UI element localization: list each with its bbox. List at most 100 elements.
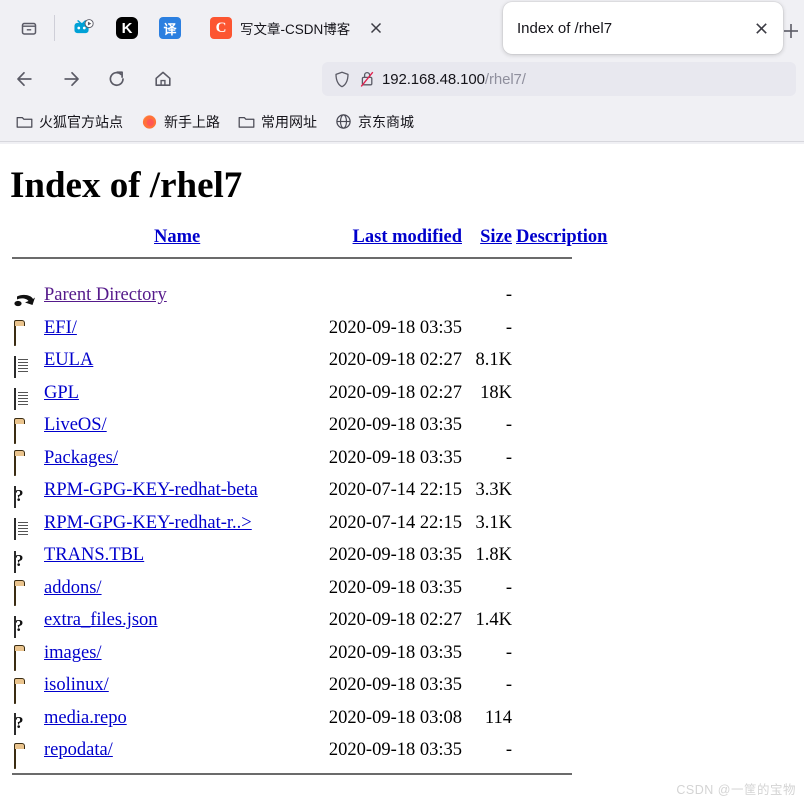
listing-body: Parent Directory - EFI/2020-09-18 03:35 - EU… bbox=[12, 279, 616, 769]
bookmark-label: 京东商城 bbox=[358, 113, 414, 130]
listing-row: EFI/2020-09-18 03:35 - bbox=[12, 312, 616, 347]
url-host: 192.168.48.100 bbox=[382, 70, 485, 88]
file-link[interactable]: GPL bbox=[44, 383, 79, 403]
row-size-cell: 3.3K bbox=[475, 480, 513, 500]
row-name-cell: RPM-GPG-KEY-redhat-beta bbox=[44, 474, 296, 507]
row-icon-cell bbox=[12, 734, 44, 769]
pinned-tab-translate[interactable]: 译 bbox=[151, 9, 189, 47]
list-all-tabs-button[interactable] bbox=[12, 11, 46, 45]
file-link[interactable]: extra_files.json bbox=[44, 610, 158, 630]
address-bar[interactable]: 192.168.48.100/rhel7/ bbox=[322, 62, 796, 96]
tab-index-of-rhel7[interactable]: Index of /rhel7 bbox=[503, 2, 783, 54]
row-size-cell: - bbox=[505, 317, 512, 338]
navigation-toolbar: 192.168.48.100/rhel7/ bbox=[0, 56, 804, 102]
tab-close-button[interactable] bbox=[364, 16, 388, 40]
row-description-cell bbox=[516, 507, 616, 540]
row-date-cell: 2020-09-18 02:27 bbox=[328, 382, 462, 403]
tab-csdn-blog[interactable]: C 写文章-CSDN博客 bbox=[200, 8, 396, 48]
row-size-cell: 114 bbox=[484, 707, 512, 728]
row-name-cell: isolinux/ bbox=[44, 669, 296, 702]
row-description-cell bbox=[516, 409, 616, 442]
row-size-cell: 1.4K bbox=[475, 610, 513, 630]
row-size-cell: - bbox=[505, 642, 512, 663]
row-icon-cell bbox=[12, 409, 44, 444]
row-icon-cell bbox=[12, 507, 44, 541]
row-description-cell bbox=[516, 377, 616, 410]
sort-by-name-link[interactable]: Name bbox=[154, 227, 200, 247]
folder-icon bbox=[14, 577, 34, 607]
row-name-cell: EULA bbox=[44, 344, 296, 377]
row-date-cell: 2020-07-14 22:15 bbox=[328, 512, 462, 533]
bookmark-common-sites[interactable]: 常用网址 bbox=[232, 109, 323, 135]
pinned-tab-bilibili[interactable] bbox=[65, 9, 103, 47]
home-icon bbox=[155, 71, 171, 86]
pinned-tab-kuaishou[interactable]: K bbox=[108, 9, 146, 47]
file-link[interactable]: LiveOS/ bbox=[44, 415, 107, 435]
back-arrow-icon bbox=[17, 71, 32, 87]
reload-button[interactable] bbox=[100, 62, 134, 96]
bookmark-label: 新手上路 bbox=[164, 113, 220, 130]
row-icon-cell bbox=[12, 442, 44, 477]
header-last-modified: Last modified bbox=[296, 227, 468, 254]
row-date-cell: 2020-09-18 02:27 bbox=[328, 610, 462, 630]
header-name: Name bbox=[44, 227, 296, 254]
row-date-cell: 2020-09-18 03:35 bbox=[328, 740, 462, 760]
file-link[interactable]: images/ bbox=[44, 643, 102, 663]
row-name-cell: images/ bbox=[44, 637, 296, 670]
folder-icon bbox=[14, 447, 34, 477]
row-icon-cell bbox=[12, 669, 44, 704]
csdn-icon: C bbox=[210, 17, 232, 39]
file-link[interactable]: media.repo bbox=[44, 708, 127, 728]
sort-by-description-link[interactable]: Description bbox=[516, 227, 607, 247]
tab-close-button[interactable] bbox=[749, 16, 773, 40]
row-description-cell bbox=[516, 442, 616, 475]
file-link[interactable]: repodata/ bbox=[44, 740, 113, 760]
directory-listing-table: Name Last modified Size Description bbox=[12, 227, 616, 254]
row-size-cell: 1.8K bbox=[475, 545, 513, 565]
file-link[interactable]: EFI/ bbox=[44, 318, 77, 338]
bookmark-firefox-official[interactable]: 火狐官方站点 bbox=[10, 109, 129, 135]
row-description-cell bbox=[516, 279, 616, 312]
file-link[interactable]: RPM-GPG-KEY-redhat-beta bbox=[44, 480, 258, 500]
listing-row: LiveOS/2020-09-18 03:35 - bbox=[12, 409, 616, 444]
connection-insecure-lock-icon[interactable] bbox=[354, 70, 380, 88]
bookmark-label: 火狐官方站点 bbox=[39, 113, 123, 130]
row-description-cell bbox=[516, 539, 616, 572]
listing-row: TRANS.TBL 2020-09-18 03:35 1.8K bbox=[12, 539, 616, 573]
list-all-tabs-icon bbox=[21, 22, 37, 35]
forward-button[interactable] bbox=[54, 62, 88, 96]
row-name-cell: LiveOS/ bbox=[44, 409, 296, 442]
file-link[interactable]: RPM-GPG-KEY-redhat-r..> bbox=[44, 513, 252, 533]
folder-icon bbox=[238, 113, 255, 130]
bookmark-getting-started[interactable]: 新手上路 bbox=[135, 109, 226, 135]
file-link[interactable]: isolinux/ bbox=[44, 675, 109, 695]
folder-icon bbox=[14, 740, 34, 769]
row-name-cell: addons/ bbox=[44, 572, 296, 605]
row-name-cell: extra_files.json bbox=[44, 604, 296, 637]
file-link[interactable]: Parent Directory bbox=[44, 285, 167, 305]
home-button[interactable] bbox=[146, 62, 180, 96]
directory-listing-body-table: Parent Directory - EFI/2020-09-18 03:35 - EU… bbox=[12, 279, 616, 769]
bookmark-label: 常用网址 bbox=[261, 113, 317, 130]
bookmarks-toolbar: 火狐官方站点 新手上路 常用网址 京东商城 bbox=[0, 102, 804, 142]
file-link[interactable]: EULA bbox=[44, 350, 93, 370]
globe-icon bbox=[335, 113, 352, 130]
page-content: Index of /rhel7 Name Last modified Size … bbox=[0, 144, 804, 804]
file-link[interactable]: TRANS.TBL bbox=[44, 545, 144, 565]
tab-title: 写文章-CSDN博客 bbox=[240, 22, 351, 37]
folder-icon bbox=[14, 415, 34, 444]
sort-by-date-link[interactable]: Last modified bbox=[353, 227, 462, 247]
listing-row: images/2020-09-18 03:35 - bbox=[12, 637, 616, 672]
row-icon-cell bbox=[12, 604, 44, 638]
page-title: Index of /rhel7 bbox=[10, 165, 243, 206]
file-link[interactable]: Packages/ bbox=[44, 448, 118, 468]
listing-row: extra_files.json 2020-09-18 02:27 1.4K bbox=[12, 604, 616, 638]
tracking-protection-shield-icon[interactable] bbox=[330, 71, 354, 88]
file-link[interactable]: addons/ bbox=[44, 578, 102, 598]
row-name-cell: Packages/ bbox=[44, 442, 296, 475]
back-button[interactable] bbox=[8, 62, 42, 96]
bookmark-jd-mall[interactable]: 京东商城 bbox=[329, 109, 420, 135]
row-description-cell bbox=[516, 734, 616, 767]
sort-by-size-link[interactable]: Size bbox=[480, 227, 512, 247]
row-icon-cell bbox=[12, 474, 44, 508]
